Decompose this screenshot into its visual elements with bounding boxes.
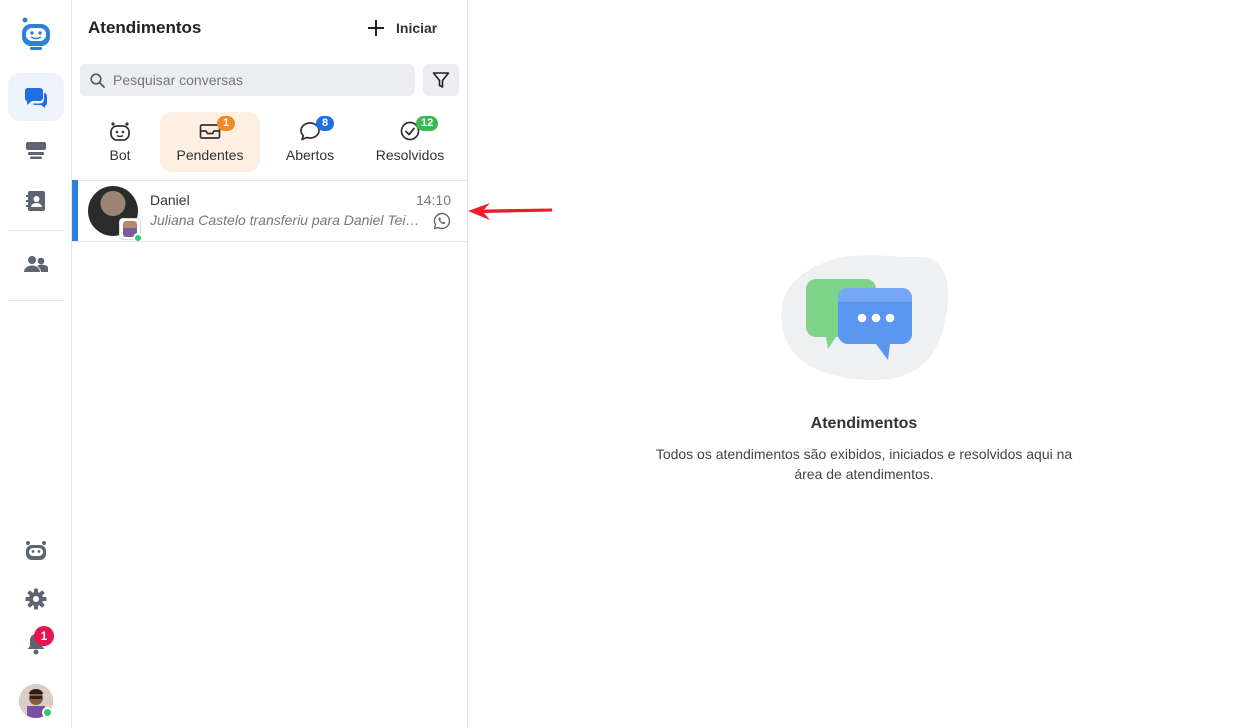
- bot-settings-nav-button[interactable]: [8, 527, 64, 575]
- rail-divider: [8, 300, 64, 301]
- tab-pendentes-badge: 1: [217, 116, 235, 131]
- status-tabs: Bot 1 Pendentes 8 Abertos 12 Resolvidos: [72, 112, 467, 172]
- filter-icon: [432, 72, 450, 88]
- user-avatar[interactable]: [19, 684, 53, 718]
- tab-pendentes-label: Pendentes: [176, 147, 244, 163]
- conversation-time: 14:10: [415, 192, 451, 208]
- rail-divider: [8, 230, 64, 231]
- app-root: 1 Atendimentos Iniciar Pesquisar convers…: [0, 0, 1260, 728]
- empty-state-description-line: Todos os atendimentos são exibidos, inic…: [655, 446, 1073, 462]
- search-box: [80, 64, 415, 96]
- empty-state-title: Atendimentos: [810, 415, 918, 432]
- start-conversation-label: Iniciar: [396, 20, 438, 36]
- left-rail: 1: [0, 0, 72, 728]
- gear-icon: [25, 588, 47, 610]
- stack-icon: [26, 142, 46, 159]
- online-status-dot: [42, 707, 53, 718]
- tab-bot-label: Bot: [109, 147, 131, 163]
- contact-book-icon: [26, 191, 45, 211]
- search-icon: [90, 72, 105, 88]
- start-conversation-button[interactable]: Iniciar: [368, 14, 437, 42]
- tab-abertos[interactable]: 8 Abertos: [272, 112, 348, 172]
- conversation-item[interactable]: Daniel 14:10 Juliana Castelo transferiu …: [72, 180, 467, 243]
- empty-state-description: Todos os atendimentos são exibidos, inic…: [620, 444, 1108, 484]
- queues-nav-button[interactable]: [8, 126, 64, 174]
- contacts-nav-button[interactable]: [8, 177, 64, 225]
- notifications-nav-button[interactable]: [8, 620, 64, 668]
- contact-name: Daniel: [150, 192, 190, 208]
- tab-bot[interactable]: Bot: [84, 112, 156, 172]
- conversation-preview: Juliana Castelo transferiu para Daniel T…: [150, 212, 426, 228]
- empty-state-description-line: área de atendimentos.: [794, 466, 934, 482]
- tab-resolvidos-badge: 12: [416, 116, 439, 131]
- tab-resolvidos-label: Resolvidos: [375, 147, 445, 163]
- conversations-panel: Atendimentos Iniciar Pesquisar conversas…: [72, 0, 468, 728]
- tab-abertos-badge: 8: [316, 116, 334, 131]
- tab-abertos-label: Abertos: [285, 147, 335, 163]
- panel-title: Atendimentos: [88, 18, 202, 37]
- bot-logo-icon[interactable]: [8, 10, 64, 58]
- robot-icon: [26, 541, 46, 560]
- team-nav-button[interactable]: [8, 240, 64, 288]
- chats-nav-button[interactable]: [8, 73, 64, 121]
- whatsapp-icon: [433, 212, 451, 230]
- plus-icon: [368, 20, 384, 36]
- chat-bubbles-icon: [24, 88, 47, 108]
- list-divider: [72, 241, 467, 242]
- settings-nav-button[interactable]: [8, 575, 64, 623]
- filter-button[interactable]: [423, 64, 459, 96]
- search-input[interactable]: [113, 72, 403, 88]
- annotation-arrow-icon: [468, 203, 552, 220]
- chat-illustration-icon: [781, 255, 949, 380]
- selected-indicator: [72, 180, 78, 241]
- notification-count-badge: 1: [34, 626, 54, 646]
- people-icon: [24, 256, 48, 272]
- tab-resolvidos[interactable]: 12 Resolvidos: [362, 112, 458, 172]
- robot-face-icon: [110, 122, 130, 141]
- tab-pendentes[interactable]: 1 Pendentes: [160, 112, 260, 172]
